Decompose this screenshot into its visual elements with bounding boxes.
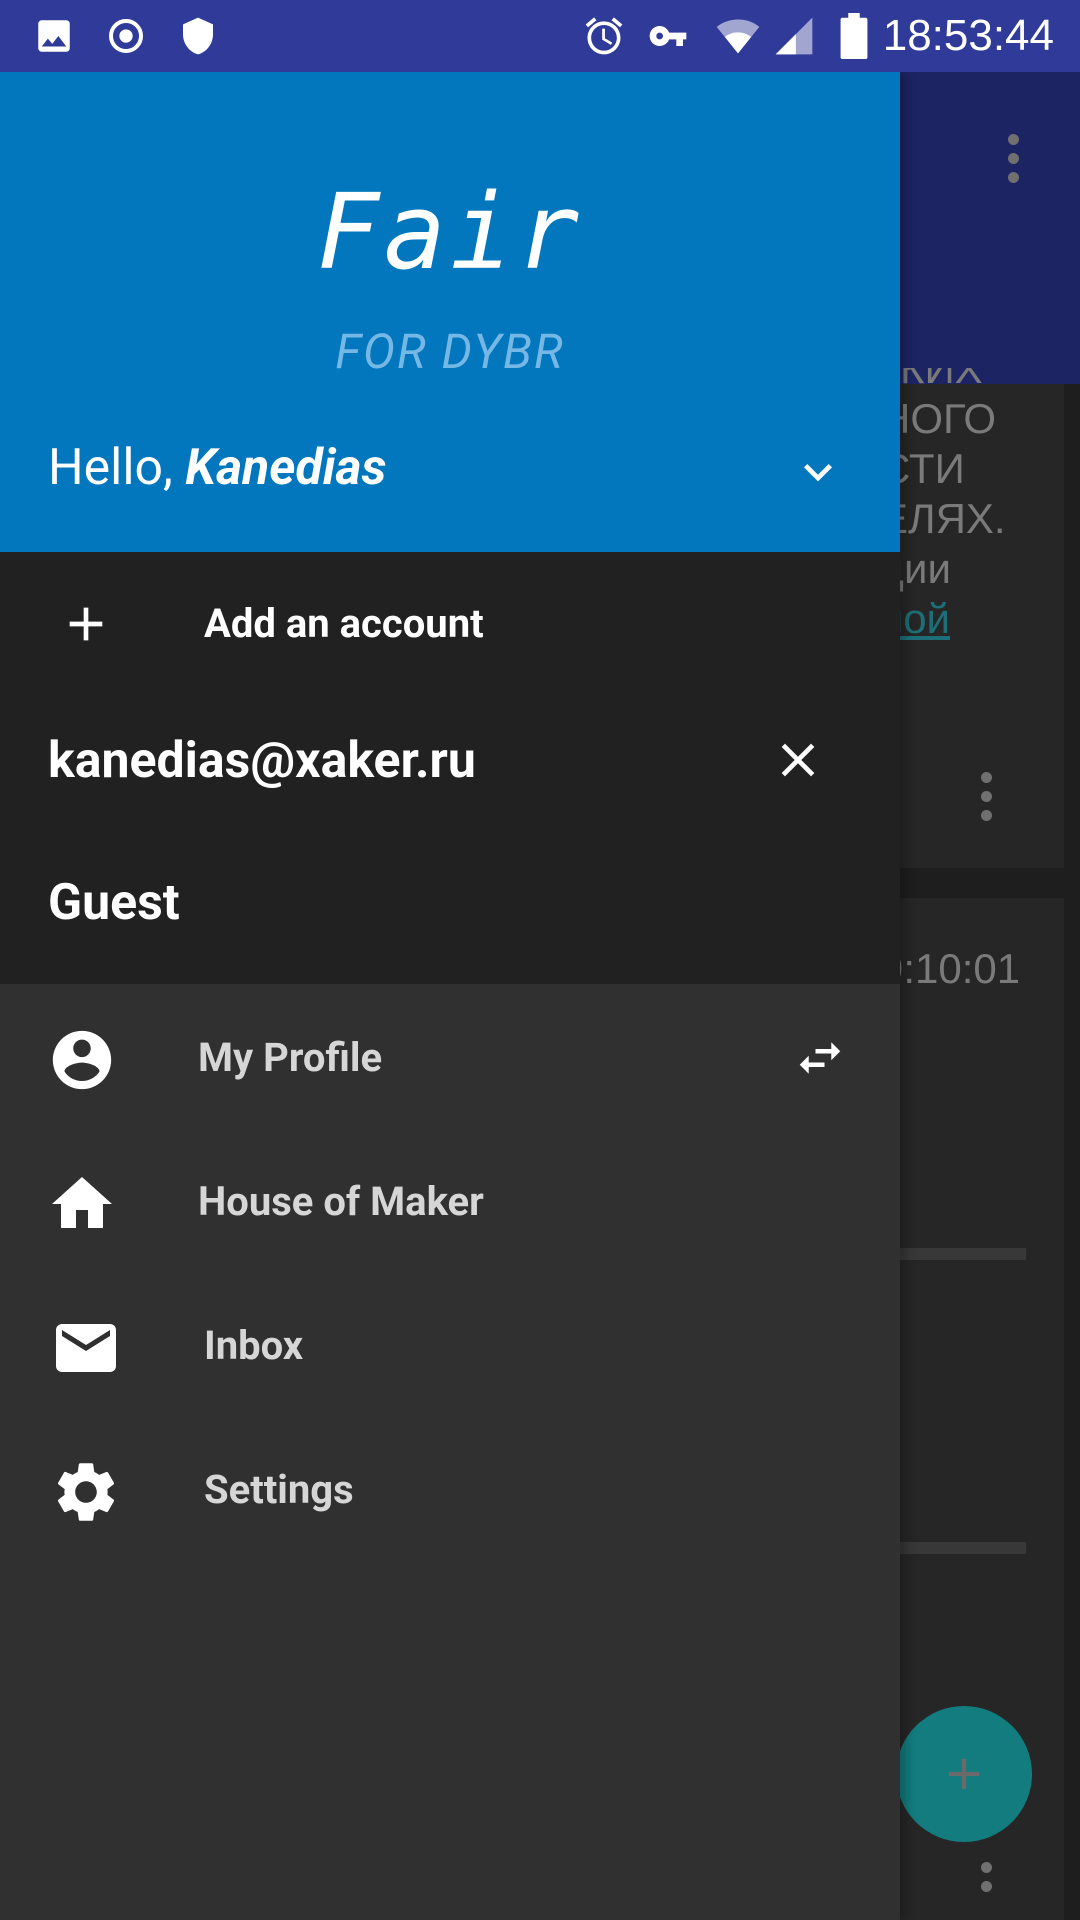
nav-item-settings[interactable]: Settings [0,1416,900,1560]
shield-icon [174,12,222,60]
nav-item-my-profile[interactable]: My Profile [0,984,900,1128]
battery-icon [830,12,878,60]
alarm-icon [580,12,628,60]
account-item-email[interactable]: kanedias@xaker.ru [48,730,476,792]
plus-icon [58,596,114,652]
nav-item-label: Inbox [204,1322,304,1369]
overflow-menu-icon[interactable] [1008,134,1020,183]
app-logo: Fair [316,171,584,293]
account-item-guest[interactable]: Guest [48,872,180,934]
app-subtitle: FOR DYBR [335,323,565,380]
home-icon [46,1168,118,1240]
compose-fab[interactable] [896,1706,1032,1842]
add-account-button[interactable]: Add an account [0,552,900,696]
nav-item-label: Settings [204,1466,354,1513]
close-icon[interactable] [770,732,826,788]
wifi-icon [714,12,762,60]
drawer-header: Fair FOR DYBR Hello, Kanedias [0,72,900,552]
greeting-username: Kanedias [185,439,387,497]
greeting-prefix: Hello, [48,439,186,497]
nav-item-label: My Profile [198,1034,383,1081]
image-icon [30,12,78,60]
mail-icon [50,1312,122,1384]
navigation-drawer: Fair FOR DYBR Hello, Kanedias Add an acc… [0,72,900,1920]
nav-item-house-of-maker[interactable]: House of Maker [0,1128,900,1272]
status-bar: 18:53:44 [0,0,1080,72]
record-icon [102,12,150,60]
vpn-key-icon [644,12,692,60]
greeting[interactable]: Hello, Kanedias [48,438,386,498]
account-switcher: Add an account kanedias@xaker.ru Guest [0,552,900,984]
nav-item-inbox[interactable]: Inbox [0,1272,900,1416]
account-circle-icon [46,1024,118,1096]
background-divider [900,1248,1026,1260]
add-account-label: Add an account [204,600,484,647]
swap-horiz-icon[interactable] [792,1030,848,1086]
plus-icon [948,1758,980,1790]
signal-icon [770,12,818,60]
background-divider [900,1542,1026,1554]
nav-item-label: House of Maker [198,1178,484,1225]
background-timestamp: 9:10:01 [880,945,1021,992]
chevron-down-icon[interactable] [790,444,846,500]
gear-icon [50,1456,122,1528]
card-menu-icon[interactable] [981,772,993,821]
status-clock: 18:53:44 [882,11,1054,60]
card-menu-icon[interactable] [981,1862,993,1892]
